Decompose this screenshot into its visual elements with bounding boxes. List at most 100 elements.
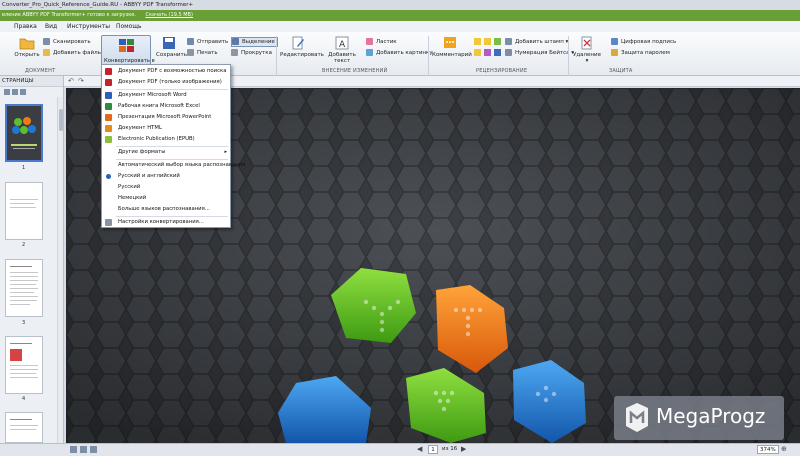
print-button[interactable]: Печать [187,49,218,57]
page-settings-icon[interactable] [20,89,26,95]
page-thumbnail[interactable] [5,412,43,443]
watermark-badge: MegaProgz [614,396,784,440]
menu-item-label: Немецкий [118,195,147,201]
eraser-label: Ластик [376,39,397,45]
eraser-icon [366,38,373,45]
printer-icon [187,49,194,56]
page-count: из 16 [442,446,458,452]
text-line [10,199,38,200]
page-number: 4 [22,396,26,402]
group-label-document: ДОКУМЕНТ [25,68,56,74]
menu-item-excel[interactable]: Рабочая книга Microsoft Excel [102,101,230,112]
save-button[interactable]: Сохранить [156,36,187,58]
undo-icon[interactable]: ↶ [68,77,74,85]
hexagon-logo-icon [12,117,36,134]
annotation-tools-icon [474,38,501,56]
edit-button[interactable]: Редактировать [280,36,324,58]
open-button[interactable]: Открыть [14,36,40,58]
text-line [10,369,38,370]
cover-thumbnail [7,106,41,160]
scroll-view-icon[interactable] [90,446,97,453]
menu-item-searchable-pdf[interactable]: Документ PDF с возможностью поиска [102,66,230,77]
menu-item-auto-language[interactable]: Автоматический выбор языка распознавания [102,160,245,171]
add-files-button[interactable]: Добавить файлы [43,49,102,57]
zoom-select[interactable]: 374% [757,445,779,454]
ribbon-separator [276,36,277,76]
menu-help[interactable]: Помощь [116,21,142,32]
scrollbar-thumb[interactable] [59,109,63,131]
settings-icon [105,219,112,226]
notification-text: вление ABBYY PDF Transformer+ готово к з… [2,12,136,18]
menu-item-html[interactable]: Документ HTML [102,123,230,134]
menu-item-russian-english[interactable]: Русский и английский [102,171,230,182]
pages-pane-title: СТРАНИЦЫ [0,76,63,87]
menu-view[interactable]: Вид [45,21,57,32]
menu-item-word[interactable]: Документ Microsoft Word [102,90,230,101]
text-line [10,266,32,267]
page-thumbnail[interactable] [5,104,43,162]
status-bar: ◀ 1 из 16 ▶ 374% ⊕ [0,443,800,456]
next-page-icon[interactable]: ▶ [461,445,466,453]
menu-item-conversion-settings[interactable]: Настройки конвертирования... [102,217,230,228]
page-thumbnail[interactable] [5,182,43,240]
lock-icon [611,49,618,56]
digital-signature-button[interactable]: Цифровая подпись [611,38,676,46]
menu-item-other-formats[interactable]: Другие форматы ▸ [102,147,230,158]
eraser-button[interactable]: Ластик [366,38,397,46]
pages-scrollbar[interactable] [57,97,63,443]
comment-label: Комментарий [432,52,472,58]
scan-button[interactable]: Сканировать [43,38,91,46]
ribbon-separator [428,36,429,76]
text-line [10,300,37,301]
single-page-view-icon[interactable] [70,446,77,453]
add-stamp-button[interactable]: Добавить штамп ▾ [505,38,568,46]
menu-item-image-pdf[interactable]: Документ PDF (только изображения) [102,77,230,88]
pdf-icon [105,68,112,75]
add-text-button[interactable]: A Добавить текст [322,36,362,64]
two-page-view-icon[interactable] [80,446,87,453]
menu-item-german[interactable]: Немецкий [102,193,230,204]
menu-item-label: Другие форматы [118,149,166,155]
add-text-label: Добавить текст [328,52,356,64]
menu-item-label: Документ Microsoft Word [118,92,187,98]
text-line [10,429,36,430]
text-line [10,284,36,285]
thumbnail-view-icon[interactable] [4,89,10,95]
select-tool-button[interactable]: Выделение [231,37,278,47]
pages-pane: СТРАНИЦЫ 1 2 3 4 [0,76,64,443]
print-label: Печать [197,50,218,56]
text-line [10,377,38,378]
menu-item-label: Electronic Publication (EPUB) [118,136,195,142]
send-button[interactable]: Отправить [187,38,228,46]
download-link[interactable]: Скачать (19,5 MB) [146,12,193,18]
comment-button[interactable]: Комментарий [432,36,472,58]
page-add-icon[interactable] [12,89,18,95]
page-number-input[interactable]: 1 [428,445,438,454]
convert-to-button[interactable]: Конвертировать в [101,35,155,67]
convert-formats-icon [119,39,134,52]
password-protection-button[interactable]: Защита паролем [611,49,670,57]
password-label: Защита паролем [621,50,670,56]
group-label-changes: ВНЕСЕНИЕ ИЗМЕНЕНИЙ [322,68,388,74]
figure-thumbnail [10,349,22,361]
page-thumbnail[interactable] [5,259,43,317]
window-title: Converter_Pro_Quick_Reference_Guide.RU -… [2,2,194,8]
delete-button[interactable]: Удаление ▾ [572,36,602,64]
zoom-in-icon[interactable]: ⊕ [781,445,787,453]
word-icon [105,92,112,99]
scroll-tool-button[interactable]: Прокрутка [231,49,272,57]
bates-numbering-button[interactable]: Нумерация Бейтса ▾ [505,49,574,57]
menu-tools[interactable]: Инструменты [67,21,110,32]
add-picture-button[interactable]: Добавить картинку [366,49,433,57]
text-line [10,343,32,344]
menu-item-epub[interactable]: Electronic Publication (EPUB) [102,134,230,145]
previous-page-icon[interactable]: ◀ [417,445,422,453]
cover-title-line [11,144,37,146]
menu-item-russian[interactable]: Русский [102,182,230,193]
page-thumbnail[interactable] [5,336,43,394]
redo-icon[interactable]: ↷ [78,77,84,85]
menu-edit[interactable]: Правка [14,21,37,32]
menu-item-more-languages[interactable]: Больше языков распознавания... [102,204,230,215]
menu-item-powerpoint[interactable]: Презентация Microsoft PowerPoint [102,112,230,123]
megaprogz-logo-icon [626,403,648,432]
